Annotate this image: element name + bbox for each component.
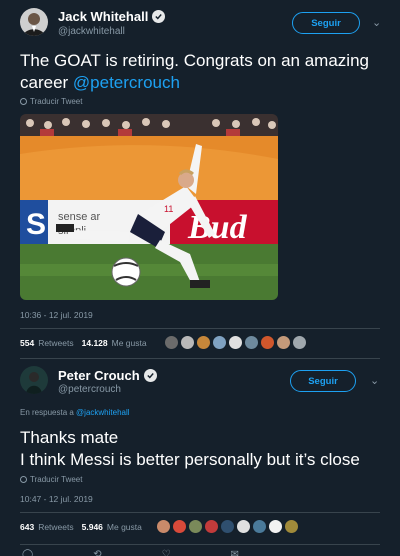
author-name-row: Jack Whitehall: [58, 9, 166, 24]
globe-icon: [20, 98, 27, 105]
tweet-text: The GOAT is retiring. Congrats on an ama…: [20, 51, 369, 92]
verified-badge-icon: [152, 10, 166, 23]
mention-link[interactable]: @petercrouch: [73, 73, 180, 92]
liker-avatar[interactable]: [252, 519, 267, 534]
retweets-count[interactable]: 554: [20, 338, 34, 348]
liker-avatar[interactable]: [188, 519, 203, 534]
tweet-actions: ◯ ⟲ ♡ ✉: [22, 549, 239, 556]
svg-text:11: 11: [164, 204, 173, 214]
tweet-text: Thanks mate I think Messi is better pers…: [20, 427, 390, 471]
likes-count[interactable]: 14.128: [82, 338, 108, 348]
liker-avatar[interactable]: [196, 335, 211, 350]
retweets-label[interactable]: Retweets: [38, 338, 73, 348]
divider: [20, 328, 380, 329]
avatar-jack-whitehall[interactable]: [20, 8, 48, 36]
tweet-timestamp[interactable]: 10:47 - 12 jul. 2019: [20, 494, 93, 504]
liker-avatar[interactable]: [268, 519, 283, 534]
liker-avatar[interactable]: [204, 519, 219, 534]
message-icon[interactable]: ✉: [231, 549, 239, 556]
follow-button[interactable]: Seguir: [292, 12, 360, 34]
liker-avatar[interactable]: [284, 519, 299, 534]
follow-button[interactable]: Seguir: [290, 370, 356, 392]
translate-label: Traducir Tweet: [30, 475, 83, 484]
liker-avatar[interactable]: [276, 335, 291, 350]
likers-avatars: [164, 335, 308, 350]
liker-avatar[interactable]: [156, 519, 171, 534]
liker-avatar[interactable]: [236, 519, 251, 534]
divider: [20, 358, 380, 359]
tweet-image[interactable]: S sense ar simpli Bud 11: [20, 114, 278, 300]
retweet-icon[interactable]: ⟲: [93, 549, 101, 556]
author-name[interactable]: Peter Crouch: [58, 368, 140, 383]
reply-context: En respuesta a @jackwhitehall: [20, 408, 130, 417]
likes-label[interactable]: Me gusta: [112, 338, 147, 348]
chevron-down-icon[interactable]: ⌄: [370, 374, 379, 387]
tweet-text-line: Thanks mate: [20, 428, 119, 447]
translate-tweet-link[interactable]: Traducir Tweet: [20, 475, 82, 484]
likes-count[interactable]: 5.946: [82, 522, 103, 532]
liker-avatar[interactable]: [164, 335, 179, 350]
author-handle[interactable]: @petercrouch: [58, 384, 121, 395]
divider: [20, 512, 380, 513]
liker-avatar[interactable]: [292, 335, 307, 350]
retweets-label[interactable]: Retweets: [38, 522, 73, 532]
avatar-peter-crouch[interactable]: [20, 366, 48, 394]
author-handle[interactable]: @jackwhitehall: [58, 26, 125, 37]
author-name-row: Peter Crouch: [58, 368, 157, 383]
svg-text:S: S: [26, 208, 46, 241]
tweet-text-line: I think Messi is better personally but i…: [20, 450, 360, 469]
liker-avatar[interactable]: [180, 335, 195, 350]
chevron-down-icon[interactable]: ⌄: [372, 16, 381, 29]
svg-text:sense ar: sense ar: [58, 211, 101, 223]
globe-icon: [20, 476, 27, 483]
liker-avatar[interactable]: [260, 335, 275, 350]
liker-avatar[interactable]: [172, 519, 187, 534]
likes-label[interactable]: Me gusta: [107, 522, 142, 532]
retweets-count[interactable]: 643: [20, 522, 34, 532]
liker-avatar[interactable]: [212, 335, 227, 350]
liker-avatar[interactable]: [244, 335, 259, 350]
like-icon[interactable]: ♡: [162, 549, 171, 556]
translate-tweet-link[interactable]: Traducir Tweet: [20, 97, 82, 106]
tweet-timestamp[interactable]: 10:36 - 12 jul. 2019: [20, 310, 93, 320]
liker-avatar[interactable]: [220, 519, 235, 534]
engagement-stats: 643 Retweets 5.946 Me gusta: [20, 522, 142, 532]
reply-icon[interactable]: ◯: [22, 549, 33, 556]
engagement-stats: 554 Retweets 14.128 Me gusta: [20, 338, 147, 348]
author-name[interactable]: Jack Whitehall: [58, 9, 148, 24]
translate-label: Traducir Tweet: [30, 97, 83, 106]
liker-avatar[interactable]: [228, 335, 243, 350]
reply-mention-link[interactable]: @jackwhitehall: [76, 408, 129, 417]
verified-badge-icon: [143, 369, 157, 382]
divider: [20, 544, 380, 545]
likers-avatars: [156, 519, 300, 534]
